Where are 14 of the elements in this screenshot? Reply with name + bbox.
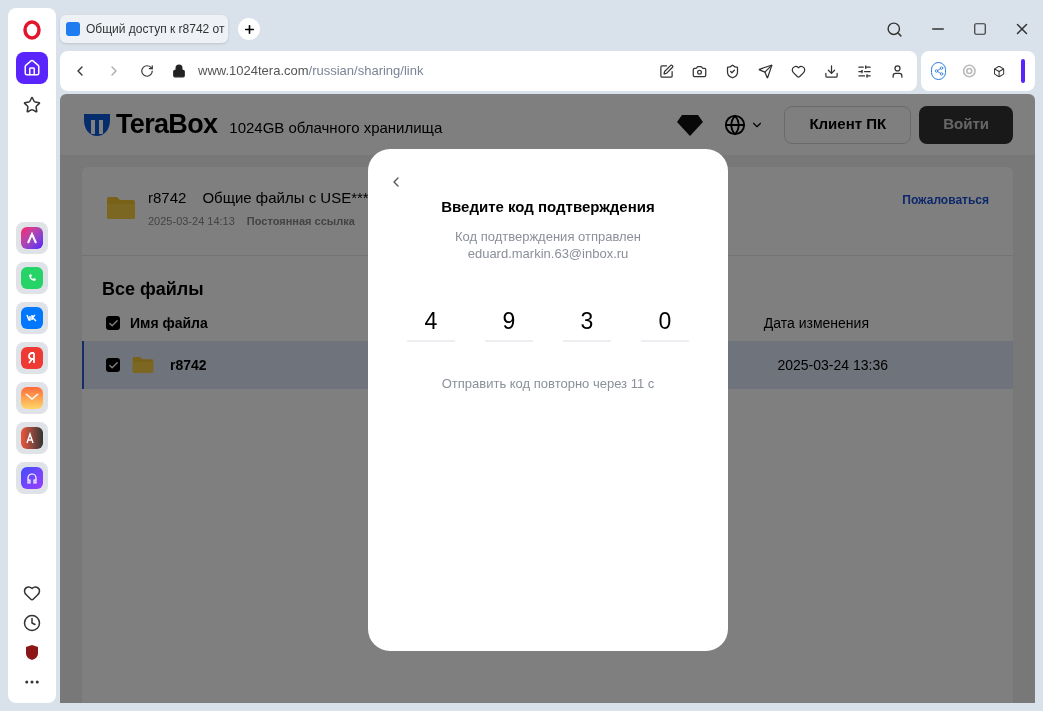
link-type: Постоянная ссылка <box>246 213 355 229</box>
brand-name: TeraBox <box>116 108 218 142</box>
dialog-message: Код подтверждения отправлен <box>454 227 642 246</box>
email-address: eduard.markin.63@inbox.ru <box>467 246 629 262</box>
storage-tagline: 1024GB облачного хранилища <box>229 118 443 139</box>
dialog-title: Введите код подтверждения <box>441 197 655 217</box>
file-name: r8742 <box>170 355 207 375</box>
tab-title: Общий доступ к r8742 от <box>86 21 225 38</box>
file-date: 2025-03-24 13:36 <box>777 355 888 375</box>
share-date: 2025-03-24 14:13 <box>148 213 235 229</box>
resend-timer-text: Отправить код повторно через 11 с <box>441 375 655 393</box>
share-title: Общие файлы с USE*** <box>202 188 369 208</box>
section-heading: Все файлы <box>101 278 205 301</box>
share-name: r8742 <box>148 188 187 208</box>
